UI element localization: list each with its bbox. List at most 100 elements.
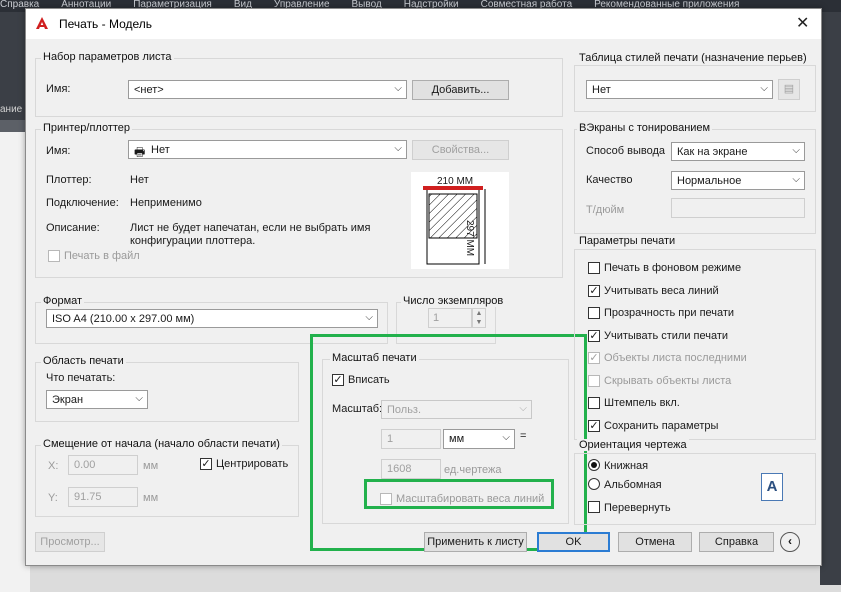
plot-option-checkbox[interactable]: [588, 397, 600, 409]
printer-name-label: Имя:: [46, 145, 71, 157]
page-setup-name-value: <нет>: [134, 84, 164, 96]
dpi-input[interactable]: [671, 198, 805, 218]
app-side-label: ание: [0, 104, 23, 115]
add-button[interactable]: Добавить...: [412, 80, 509, 100]
description-value: Лист не будет напечатан, если не выбрать…: [130, 222, 371, 247]
highlight-scale-box: [310, 334, 587, 551]
copies-input[interactable]: 1: [428, 308, 472, 328]
plot-option-label: Учитывать стили печати: [604, 329, 729, 342]
what-to-plot-combo[interactable]: Экран ⌵: [46, 390, 148, 409]
style-table-edit-icon[interactable]: ▤: [778, 79, 800, 100]
app-right-panel: [820, 12, 841, 585]
plot-option-label: Сохранить параметры: [604, 419, 719, 432]
plot-option-label: Скрывать объекты листа: [604, 374, 732, 387]
portrait-radio[interactable]: [588, 459, 600, 471]
chevron-down-icon: ⌵: [365, 312, 373, 323]
chevron-down-icon: ⌵: [792, 174, 800, 185]
dialog-title: Печать - Модель: [59, 17, 153, 31]
paper-size-value: ISO A4 (210.00 x 297.00 мм): [52, 313, 195, 325]
landscape-radio[interactable]: [588, 478, 600, 490]
quality-value: Нормальное: [677, 175, 742, 187]
connection-label: Подключение:: [46, 197, 119, 209]
landscape-label: Альбомная: [604, 479, 662, 491]
what-to-plot-value: Экран: [52, 394, 84, 406]
plot-options-group: [574, 249, 816, 440]
preview-width-label: 210 MM: [437, 176, 474, 187]
offset-x-input[interactable]: 0.00: [68, 455, 138, 475]
offset-x-unit: мм: [143, 460, 159, 472]
properties-button[interactable]: Свойства...: [412, 140, 509, 160]
chevron-down-icon: ⌵: [394, 143, 402, 154]
collapse-arrow-icon[interactable]: ‹: [780, 532, 800, 552]
offset-x-value: 0.00: [74, 459, 96, 471]
plot-option-checkbox[interactable]: ✓: [588, 352, 600, 364]
apply-to-layout-button[interactable]: Применить к листу: [424, 532, 527, 552]
what-to-plot-label: Что печатать:: [46, 372, 116, 384]
plot-option-label: Прозрачность при печати: [604, 307, 735, 319]
copies-spinner[interactable]: ▲ ▼: [472, 308, 486, 328]
plot-option-checkbox[interactable]: [588, 262, 600, 274]
print-dialog: Печать - Модель ✕ Набор параметров листа…: [25, 8, 822, 566]
style-table-value: Нет: [592, 84, 611, 96]
shaded-title: ВЭкраны с тонированием: [577, 122, 713, 134]
page-setup-title: Набор параметров листа: [41, 51, 174, 63]
preview-button[interactable]: Просмотр...: [35, 532, 105, 552]
offset-x-label: X:: [48, 460, 59, 472]
copies-value: 1: [433, 312, 440, 324]
preview-height-label: 297 MM: [464, 220, 475, 257]
paper-size-combo[interactable]: ISO A4 (210.00 x 297.00 мм) ⌵: [46, 309, 378, 328]
copies-title: Число экземпляров: [401, 295, 506, 307]
plot-option-label: Штемпель вкл.: [604, 397, 680, 409]
chevron-down-icon: ⌵: [760, 83, 768, 94]
paper-preview: 210 MM 297 MM: [411, 172, 509, 269]
plot-option-label: Учитывать веса линий: [604, 284, 719, 297]
chevron-down-icon: ⌵: [135, 393, 143, 404]
help-button[interactable]: Справка: [699, 532, 774, 552]
plot-option-label: Печать в фоновом режиме: [604, 262, 742, 274]
plot-option-checkbox[interactable]: [588, 374, 600, 387]
printer-icon: 🖶: [134, 145, 146, 159]
orientation-paper-icon: A: [761, 473, 783, 501]
orientation-title: Ориентация чертежа: [577, 439, 689, 451]
offset-y-label: Y:: [48, 492, 58, 504]
plot-option-checkbox[interactable]: ✓: [588, 419, 600, 432]
print-to-file-label: Печать в файл: [64, 250, 140, 262]
plot-option-checkbox[interactable]: ✓: [588, 329, 600, 342]
upside-down-checkbox[interactable]: [588, 501, 600, 513]
style-table-title: Таблица стилей печати (назначение перьев…: [577, 52, 809, 64]
chevron-down-icon: ⌵: [792, 145, 800, 156]
page-setup-name-combo[interactable]: <нет> ⌵: [128, 80, 407, 99]
plotter-value: Нет: [130, 174, 149, 186]
plotter-label: Плоттер:: [46, 174, 92, 186]
printer-name-value: Нет: [151, 144, 170, 156]
highlight-lineweights-box: [364, 479, 554, 509]
connection-value: Неприменимо: [130, 197, 202, 209]
chevron-down-icon: ⌵: [394, 83, 402, 94]
close-icon[interactable]: ✕: [796, 13, 809, 33]
page-setup-name-label: Имя:: [46, 83, 71, 95]
center-checkbox[interactable]: ✓: [200, 458, 212, 470]
shade-output-combo[interactable]: Как на экране ⌵: [671, 142, 805, 161]
printer-title: Принтер/плоттер: [41, 122, 133, 134]
style-table-combo[interactable]: Нет ⌵: [586, 80, 773, 99]
ok-button[interactable]: OK: [537, 532, 610, 552]
print-to-file-checkbox[interactable]: [48, 250, 60, 262]
printer-name-combo[interactable]: 🖶 Нет ⌵: [128, 140, 407, 159]
plot-option-checkbox[interactable]: [588, 307, 600, 319]
dpi-label: Т/дюйм: [586, 204, 625, 216]
quality-combo[interactable]: Нормальное ⌵: [671, 171, 805, 190]
quality-label: Качество: [586, 174, 633, 186]
title-bar: Печать - Модель ✕: [26, 9, 821, 39]
shade-output-value: Как на экране: [677, 146, 748, 158]
plot-offset-title: Смещение от начала (начало области печат…: [41, 438, 282, 450]
upside-down-label: Перевернуть: [604, 502, 671, 514]
plot-options-title: Параметры печати: [577, 235, 678, 247]
plot-option-label: Объекты листа последними: [604, 352, 747, 364]
description-label: Описание:: [46, 222, 100, 234]
offset-y-input[interactable]: 91.75: [68, 487, 138, 507]
portrait-label: Книжная: [604, 460, 649, 472]
plot-area-title: Область печати: [41, 355, 126, 367]
plot-option-checkbox[interactable]: ✓: [588, 284, 600, 297]
center-label: Центрировать: [216, 458, 289, 470]
cancel-button[interactable]: Отмена: [618, 532, 692, 552]
